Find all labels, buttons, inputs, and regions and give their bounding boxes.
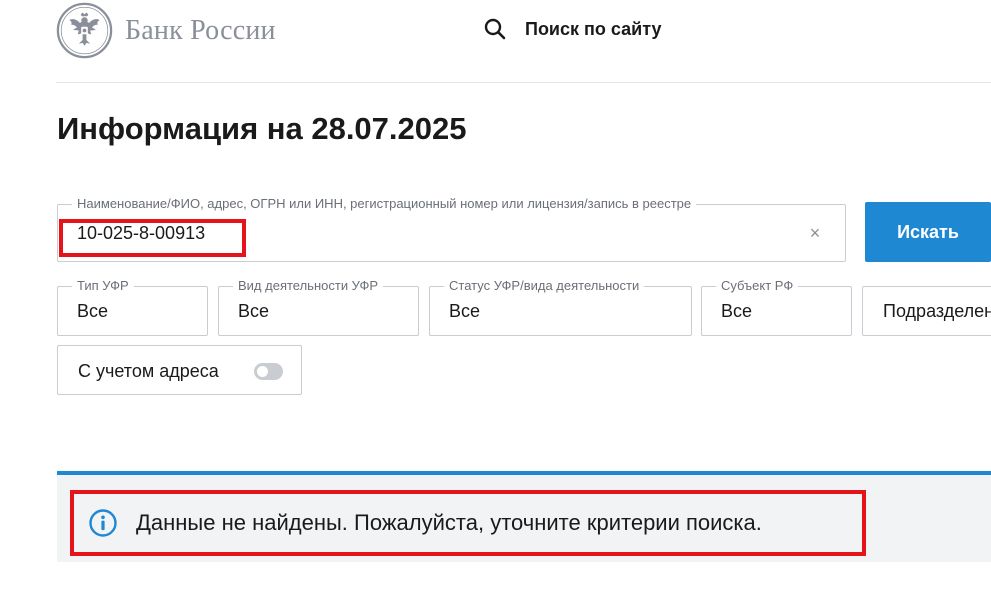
- logo-text: Банк России: [125, 14, 276, 46]
- close-icon[interactable]: ×: [807, 223, 823, 243]
- search-button[interactable]: Искать: [865, 202, 991, 262]
- address-toggle[interactable]: С учетом адреса: [57, 345, 302, 395]
- site-header: Банк России Поиск по сайту: [0, 0, 991, 82]
- filter-value: Все: [238, 301, 270, 321]
- filter-activity-kind-select[interactable]: Вид деятельности УФР Все: [218, 278, 419, 336]
- site-search-label: Поиск по сайту: [525, 18, 662, 39]
- filter-legend: Статус УФР/вида деятельности: [444, 278, 645, 294]
- filter-value: Все: [721, 301, 753, 321]
- filter-region-select[interactable]: Субъект РФ Все: [701, 278, 852, 336]
- filter-value: Все: [449, 301, 481, 321]
- search-field-legend: Наименование/ФИО, адрес, ОГРН или ИНН, р…: [72, 196, 697, 212]
- page: Банк России Поиск по сайту Информация на…: [0, 0, 991, 600]
- site-search-button[interactable]: Поиск по сайту: [484, 18, 661, 40]
- registry-search-field[interactable]: Наименование/ФИО, адрес, ОГРН или ИНН, р…: [57, 196, 846, 262]
- search-input[interactable]: [77, 223, 777, 244]
- no-results-message: Данные не найдены. Пожалуйста, уточните …: [70, 490, 866, 556]
- filter-value: Все: [77, 301, 109, 321]
- filter-value: Подразделение: [883, 301, 991, 321]
- header-divider: [56, 82, 991, 83]
- toggle-knob: [257, 366, 268, 377]
- double-headed-eagle-icon: [56, 2, 113, 59]
- page-title: Информация на 28.07.2025: [57, 111, 467, 146]
- address-toggle-label: С учетом адреса: [78, 361, 219, 381]
- filter-legend: Субъект РФ: [716, 278, 799, 294]
- logo-link[interactable]: Банк России: [56, 2, 276, 59]
- filter-ufr-type-select[interactable]: Тип УФР Все: [57, 278, 208, 336]
- search-icon: [484, 18, 506, 40]
- filter-status-select[interactable]: Статус УФР/вида деятельности Все: [429, 278, 692, 336]
- filter-legend: Вид деятельности УФР: [233, 278, 384, 294]
- toggle-switch[interactable]: [254, 363, 283, 380]
- filter-division-select[interactable]: Подразделение: [862, 286, 991, 336]
- no-results-text: Данные не найдены. Пожалуйста, уточните …: [136, 510, 762, 535]
- info-icon: [89, 509, 117, 537]
- filter-legend: Тип УФР: [72, 278, 134, 294]
